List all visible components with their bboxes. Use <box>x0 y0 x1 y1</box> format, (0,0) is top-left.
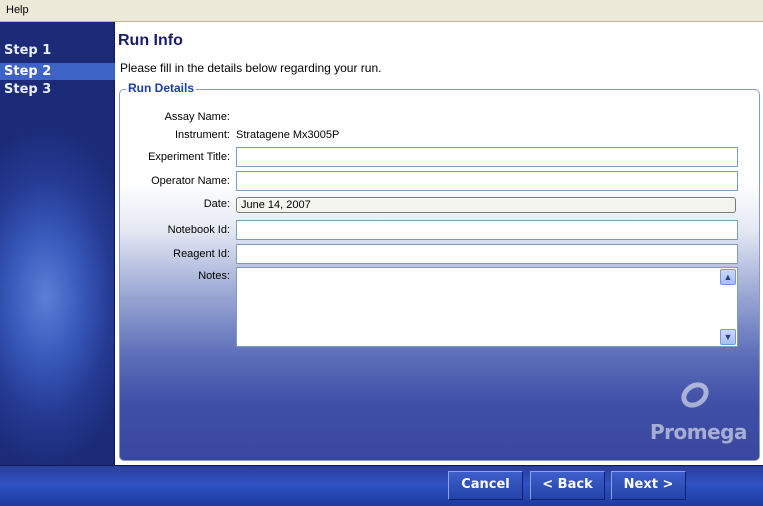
promega-logo-icon <box>681 382 709 408</box>
cancel-button[interactable]: Cancel <box>448 471 523 500</box>
page-subtitle: Please fill in the details below regardi… <box>120 61 382 75</box>
back-button[interactable]: < Back <box>530 471 605 500</box>
sidebar-step-1[interactable]: Step 1 <box>0 42 115 59</box>
promega-logo-text: Promega <box>650 420 747 444</box>
reagent-id-label: Reagent Id: <box>173 248 230 260</box>
instrument-label: Instrument: <box>174 129 230 141</box>
scroll-down-icon[interactable]: ▼ <box>720 329 736 345</box>
menu-bar: Help <box>0 0 763 22</box>
instrument-value: Stratagene Mx3005P <box>236 129 340 141</box>
sidebar-step-3[interactable]: Step 3 <box>0 81 115 98</box>
sidebar-step-2[interactable]: Step 2 <box>0 63 115 80</box>
menu-help[interactable]: Help <box>2 2 33 18</box>
panel-title: Run Details <box>126 81 197 95</box>
notes-textarea[interactable]: ▲ ▼ <box>236 267 738 347</box>
notes-label: Notes: <box>198 270 230 282</box>
experiment-title-label: Experiment Title: <box>148 151 230 163</box>
assay-name-label: Assay Name: <box>164 111 230 123</box>
notebook-id-label: Notebook Id: <box>167 224 230 236</box>
date-picker[interactable]: June 14, 2007 <box>236 197 736 213</box>
notebook-id-field[interactable] <box>236 220 738 240</box>
notes-scrollbar[interactable]: ▲ ▼ <box>720 269 736 345</box>
scroll-up-icon[interactable]: ▲ <box>720 269 736 285</box>
next-button[interactable]: Next > <box>611 471 686 500</box>
date-label: Date: <box>203 198 230 210</box>
page-title: Run Info <box>118 32 183 49</box>
operator-name-field[interactable] <box>236 171 738 191</box>
operator-name-label: Operator Name: <box>151 175 230 187</box>
experiment-title-field[interactable] <box>236 147 738 167</box>
step-sidebar: Step 1 Step 2 Step 3 <box>0 22 115 465</box>
bottom-button-bar: Cancel < Back Next > <box>0 465 763 506</box>
reagent-id-field[interactable] <box>236 244 738 264</box>
